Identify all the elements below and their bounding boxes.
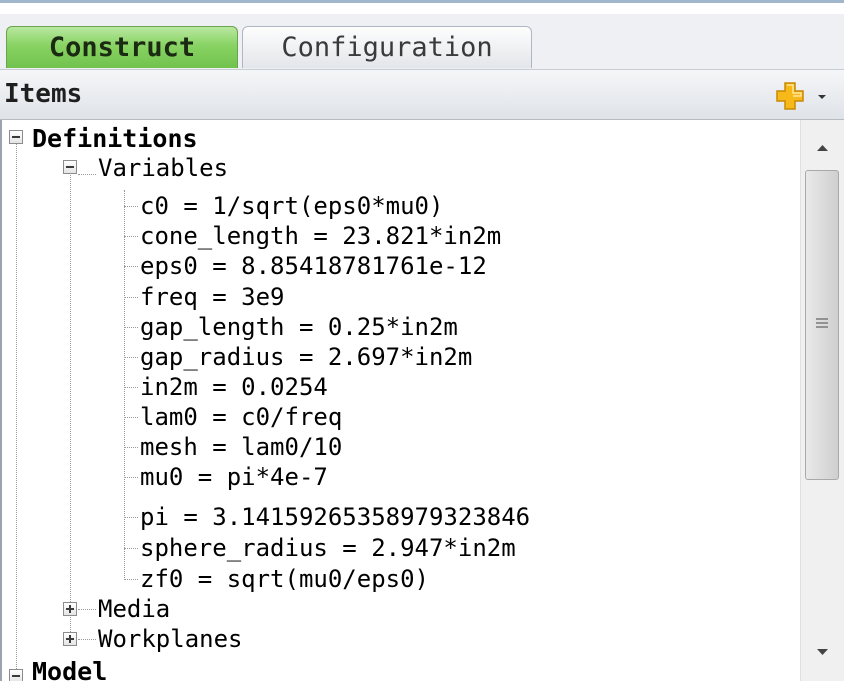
items-tree: Definitions Variables c0 = 1/sqrt(eps0*m… [0,120,844,681]
chevron-down-icon [818,95,826,99]
grip-icon [816,318,828,328]
variable-item[interactable]: mu0 = pi*4e-7 [140,462,328,492]
scroll-thumb[interactable] [805,170,839,480]
tree-node-definitions[interactable]: Definitions [32,124,198,154]
tree-line [124,190,125,580]
tree-line [124,579,138,580]
variable-item[interactable]: mesh = lam0/10 [140,432,342,462]
tree-line [124,387,138,388]
tree-line [124,236,138,237]
tree-line [124,477,138,478]
variable-item[interactable]: pi = 3.14159265358979323846 [140,502,530,532]
expand-media-toggle[interactable] [63,602,77,616]
variable-item[interactable]: cone_length = 23.821*in2m [140,221,501,251]
variable-item[interactable]: freq = 3e9 [140,282,285,312]
collapse-model-toggle[interactable] [9,669,23,681]
add-button[interactable] [774,80,806,112]
tree-line [78,639,96,640]
tree-line [124,447,138,448]
tree-line [124,206,138,207]
tab-configuration[interactable]: Configuration [242,26,532,68]
arrow-up-icon [817,145,828,151]
tree-line [78,174,96,175]
items-menu-button[interactable] [812,84,832,108]
variable-item[interactable]: eps0 = 8.85418781761e-12 [140,251,487,281]
variable-item[interactable]: zf0 = sqrt(mu0/eps0) [140,564,429,594]
expand-workplanes-toggle[interactable] [63,632,77,646]
variable-item[interactable]: c0 = 1/sqrt(eps0*mu0) [140,191,443,221]
collapse-variables-toggle[interactable] [63,160,77,174]
tree-line [124,357,138,358]
tree-line [124,417,138,418]
tree-line [124,327,138,328]
tab-strip: Construct Configuration [0,14,844,70]
variable-item[interactable]: gap_length = 0.25*in2m [140,312,458,342]
scroll-up-button[interactable] [801,126,844,168]
tab-construct[interactable]: Construct [6,26,238,68]
variable-item[interactable]: lam0 = c0/freq [140,402,342,432]
tree-line [124,517,138,518]
items-header: Items [0,70,844,120]
tree-node-variables[interactable]: Variables [98,153,228,183]
vertical-scrollbar[interactable] [800,120,844,681]
variable-item[interactable]: in2m = 0.0254 [140,372,328,402]
tree-line [16,138,17,681]
variable-item[interactable]: sphere_radius = 2.947*in2m [140,533,516,563]
tree-line [78,609,96,610]
items-title: Items [4,79,83,109]
tree-node-media[interactable]: Media [98,594,170,624]
variable-item[interactable]: gap_radius = 2.697*in2m [140,342,472,372]
plus-icon [776,82,804,110]
scroll-down-button[interactable] [801,630,844,672]
tree-line [124,297,138,298]
tree-line [124,266,138,267]
tree-line [124,548,138,549]
tree-node-workplanes[interactable]: Workplanes [98,624,243,654]
collapse-definitions-toggle[interactable] [9,130,23,144]
arrow-down-icon [817,649,828,655]
tree-node-model[interactable]: Model [32,657,107,681]
tree-line [70,168,71,638]
